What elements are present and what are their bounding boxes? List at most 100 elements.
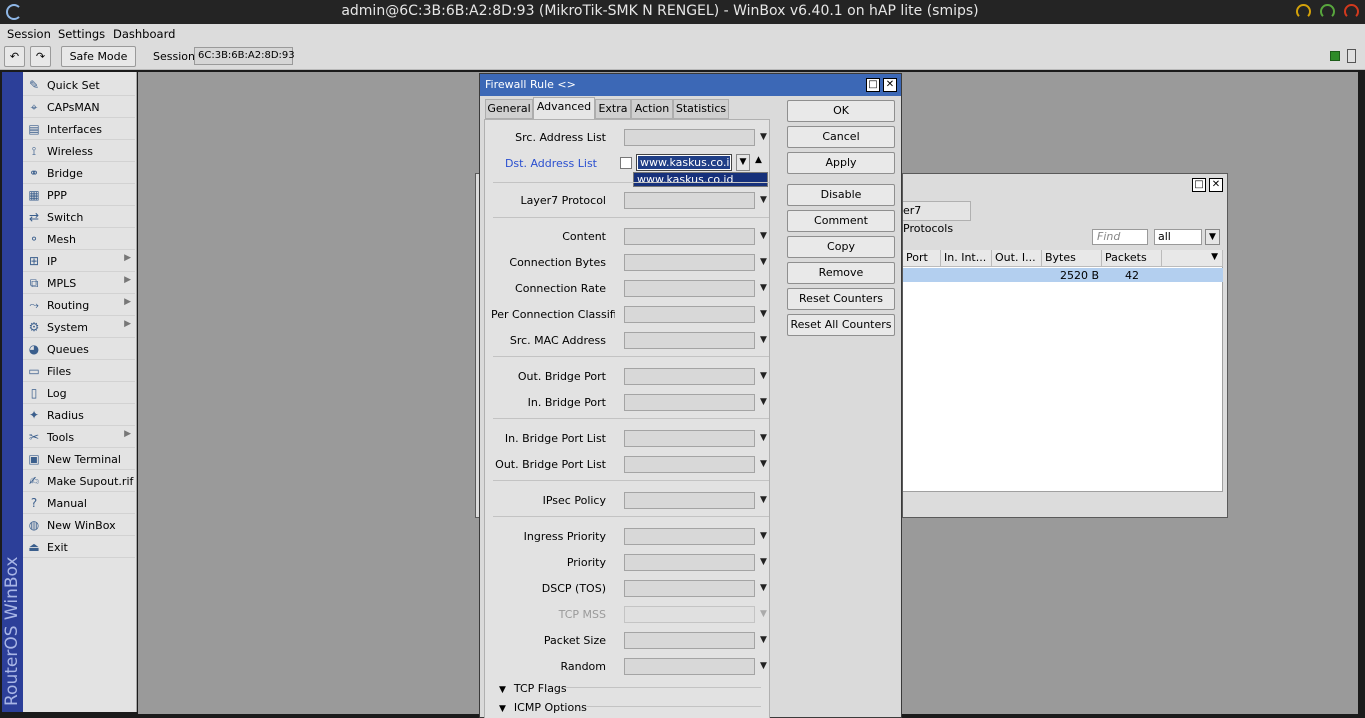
redo-button[interactable]: ↷ xyxy=(30,46,51,67)
chevron-down-icon[interactable]: ▼ xyxy=(760,459,767,469)
close-icon[interactable] xyxy=(1344,4,1359,19)
session-field[interactable]: 6C:3B:6B:A2:8D:93 xyxy=(194,47,295,65)
cancel-button[interactable]: Cancel xyxy=(787,126,895,148)
out-bridge-port-list-input[interactable] xyxy=(624,456,755,473)
layer7-input[interactable] xyxy=(624,192,755,209)
chevron-down-icon[interactable]: ▼ xyxy=(760,635,767,645)
chevron-down-icon[interactable]: ▼ xyxy=(760,531,767,541)
filter-select[interactable]: all xyxy=(1154,229,1202,245)
dst-address-list-input[interactable]: www.kaskus.co.id xyxy=(636,154,732,171)
sidebar-item-routing[interactable]: ⤳ Routing ▶ xyxy=(23,294,135,316)
tab-layer7-protocols[interactable]: er7 Protocols xyxy=(903,201,971,235)
chevron-down-icon[interactable]: ▼ xyxy=(760,583,767,593)
dst-address-option[interactable]: www.kaskus.co.id xyxy=(633,172,768,187)
apply-button[interactable]: Apply xyxy=(787,152,895,174)
src-mac-input[interactable] xyxy=(624,332,755,349)
dscp-input[interactable] xyxy=(624,580,755,597)
tab-statistics[interactable]: Statistics xyxy=(673,99,729,119)
maximize-icon[interactable]: □ xyxy=(1192,178,1206,192)
sidebar-item-ppp[interactable]: ▦ PPP xyxy=(23,184,135,206)
reset-counters-button[interactable]: Reset Counters xyxy=(787,288,895,310)
copy-button[interactable]: Copy xyxy=(787,236,895,258)
chevron-down-icon[interactable]: ▼ xyxy=(760,309,767,319)
not-checkbox[interactable] xyxy=(620,157,632,169)
sidebar-item-mesh[interactable]: ⚬ Mesh xyxy=(23,228,135,250)
random-input[interactable] xyxy=(624,658,755,675)
sidebar-item-queues[interactable]: ◕ Queues xyxy=(23,338,135,360)
col-bytes[interactable]: Bytes xyxy=(1042,250,1102,267)
chevron-down-icon[interactable]: ▼ xyxy=(760,132,767,142)
sidebar-item-files[interactable]: ▭ Files xyxy=(23,360,135,382)
sidebar-item-new-winbox[interactable]: ◍ New WinBox xyxy=(23,514,135,536)
sidebar-item-mpls[interactable]: ⧉ MPLS ▶ xyxy=(23,272,135,294)
in-bridge-port-input[interactable] xyxy=(624,394,755,411)
content-input[interactable] xyxy=(624,228,755,245)
sidebar-item-radius[interactable]: ✦ Radius xyxy=(23,404,135,426)
col-packets[interactable]: Packets xyxy=(1102,250,1162,267)
chevron-down-icon[interactable]: ▼ xyxy=(760,661,767,671)
maximize-icon[interactable] xyxy=(1320,4,1335,19)
remove-button[interactable]: Remove xyxy=(787,262,895,284)
menu-settings[interactable]: Settings xyxy=(58,27,105,41)
chevron-down-icon[interactable]: ▼ xyxy=(760,495,767,505)
ingress-priority-input[interactable] xyxy=(624,528,755,545)
col-out-interface[interactable]: Out. I... xyxy=(992,250,1042,267)
col-port[interactable]: Port xyxy=(903,250,941,267)
minimize-icon[interactable] xyxy=(1296,4,1311,19)
sidebar-item-switch[interactable]: ⇄ Switch xyxy=(23,206,135,228)
safe-mode-button[interactable]: Safe Mode xyxy=(61,46,136,67)
icmp-options-section[interactable]: ▼ ICMP Options xyxy=(499,701,587,714)
disable-button[interactable]: Disable xyxy=(787,184,895,206)
per-connection-classifier-input[interactable] xyxy=(624,306,755,323)
tab-advanced[interactable]: Advanced xyxy=(533,97,595,119)
sidebar-item-capsman[interactable]: ⌖ CAPsMAN xyxy=(23,96,135,118)
sidebar-item-wireless[interactable]: ⟟ Wireless xyxy=(23,140,135,162)
connection-rate-input[interactable] xyxy=(624,280,755,297)
sidebar-item-tools[interactable]: ✂ Tools ▶ xyxy=(23,426,135,448)
chevron-down-icon[interactable]: ▼ xyxy=(760,195,767,205)
in-bridge-port-list-input[interactable] xyxy=(624,430,755,447)
maximize-icon[interactable]: □ xyxy=(866,78,880,92)
col-menu[interactable]: ▼ xyxy=(1162,250,1223,267)
col-in-interface[interactable]: In. Int... xyxy=(941,250,992,267)
reset-all-counters-button[interactable]: Reset All Counters xyxy=(787,314,895,336)
undo-button[interactable]: ↶ xyxy=(4,46,25,67)
chevron-down-icon[interactable]: ▼ xyxy=(760,231,767,241)
priority-input[interactable] xyxy=(624,554,755,571)
tab-extra[interactable]: Extra xyxy=(595,99,631,119)
chevron-down-icon[interactable]: ▼ xyxy=(760,283,767,293)
sidebar-item-exit[interactable]: ⏏ Exit xyxy=(23,536,135,558)
menu-session[interactable]: Session xyxy=(7,27,51,41)
chevron-down-icon[interactable]: ▼ xyxy=(736,154,750,171)
chevron-down-icon[interactable]: ▼ xyxy=(760,433,767,443)
sidebar-item-make-supout-rif[interactable]: ✍ Make Supout.rif xyxy=(23,470,135,492)
ipsec-policy-input[interactable] xyxy=(624,492,755,509)
out-bridge-port-input[interactable] xyxy=(624,368,755,385)
tab-action[interactable]: Action xyxy=(631,99,673,119)
comment-button[interactable]: Comment xyxy=(787,210,895,232)
sidebar-item-manual[interactable]: ? Manual xyxy=(23,492,135,514)
tcp-flags-section[interactable]: ▼ TCP Flags xyxy=(499,682,567,695)
chevron-down-icon[interactable]: ▼ xyxy=(760,335,767,345)
sidebar-item-interfaces[interactable]: ▤ Interfaces xyxy=(23,118,135,140)
sidebar-item-quick-set[interactable]: ✎ Quick Set xyxy=(23,74,135,96)
chevron-up-icon[interactable]: ▲ xyxy=(755,155,762,165)
close-icon[interactable]: ✕ xyxy=(1209,178,1223,192)
chevron-down-icon[interactable]: ▼ xyxy=(760,397,767,407)
sidebar-item-bridge[interactable]: ⚭ Bridge xyxy=(23,162,135,184)
chevron-down-icon[interactable]: ▼ xyxy=(760,257,767,267)
connection-bytes-input[interactable] xyxy=(624,254,755,271)
sidebar-item-ip[interactable]: ⊞ IP ▶ xyxy=(23,250,135,272)
packet-size-input[interactable] xyxy=(624,632,755,649)
filter-dropdown-icon[interactable]: ▼ xyxy=(1205,229,1220,245)
chevron-down-icon[interactable]: ▼ xyxy=(760,371,767,381)
src-address-list-input[interactable] xyxy=(624,129,755,146)
sidebar-item-new-terminal[interactable]: ▣ New Terminal xyxy=(23,448,135,470)
sidebar-item-log[interactable]: ▯ Log xyxy=(23,382,135,404)
find-input[interactable]: Find xyxy=(1092,229,1148,245)
tab-general[interactable]: General xyxy=(485,99,533,119)
ok-button[interactable]: OK xyxy=(787,100,895,122)
menu-dashboard[interactable]: Dashboard xyxy=(113,27,175,41)
close-icon[interactable]: ✕ xyxy=(883,78,897,92)
chevron-down-icon[interactable]: ▼ xyxy=(760,557,767,567)
